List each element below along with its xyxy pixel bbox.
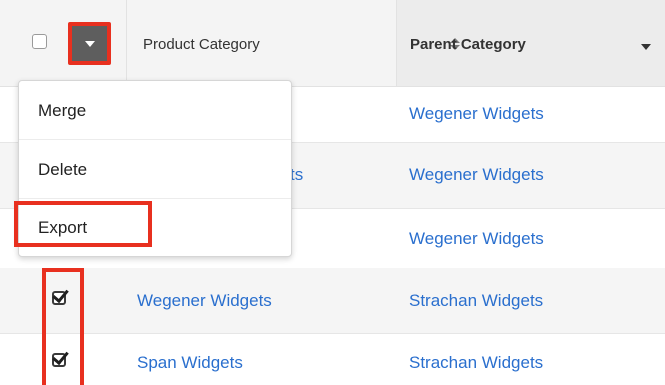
table-row: Wegener Widgets Strachan Widgets bbox=[0, 268, 665, 334]
parent-category-link[interactable]: Wegener Widgets bbox=[409, 165, 544, 185]
column-header-parent-category[interactable]: Parent Category bbox=[410, 36, 526, 53]
column-divider bbox=[396, 0, 397, 86]
export-highlight bbox=[14, 201, 152, 247]
parent-category-link[interactable]: Strachan Widgets bbox=[409, 353, 543, 373]
menu-item-label: Delete bbox=[38, 160, 88, 179]
parent-category-link[interactable]: Strachan Widgets bbox=[409, 291, 543, 311]
table-row: Span Widgets Strachan Widgets bbox=[0, 331, 665, 385]
menu-item-merge[interactable]: Merge bbox=[19, 81, 291, 139]
checkbox-highlight bbox=[42, 268, 84, 385]
caret-down-icon bbox=[85, 41, 95, 47]
parent-category-link[interactable]: Wegener Widgets bbox=[409, 104, 544, 124]
column-header-product-category[interactable]: Product Category bbox=[143, 36, 260, 53]
mass-action-button[interactable] bbox=[68, 22, 111, 65]
column-divider bbox=[126, 0, 127, 86]
menu-item-delete[interactable]: Delete bbox=[19, 140, 291, 198]
sorted-desc-icon[interactable] bbox=[641, 44, 651, 50]
parent-category-link[interactable]: Wegener Widgets bbox=[409, 229, 544, 249]
menu-item-label: Merge bbox=[38, 101, 87, 120]
product-category-link[interactable]: Span Widgets bbox=[137, 353, 243, 373]
select-all-checkbox[interactable] bbox=[32, 34, 47, 49]
list-header: Product Category Parent Category bbox=[0, 0, 665, 87]
product-category-link[interactable]: Wegener Widgets bbox=[137, 291, 272, 311]
